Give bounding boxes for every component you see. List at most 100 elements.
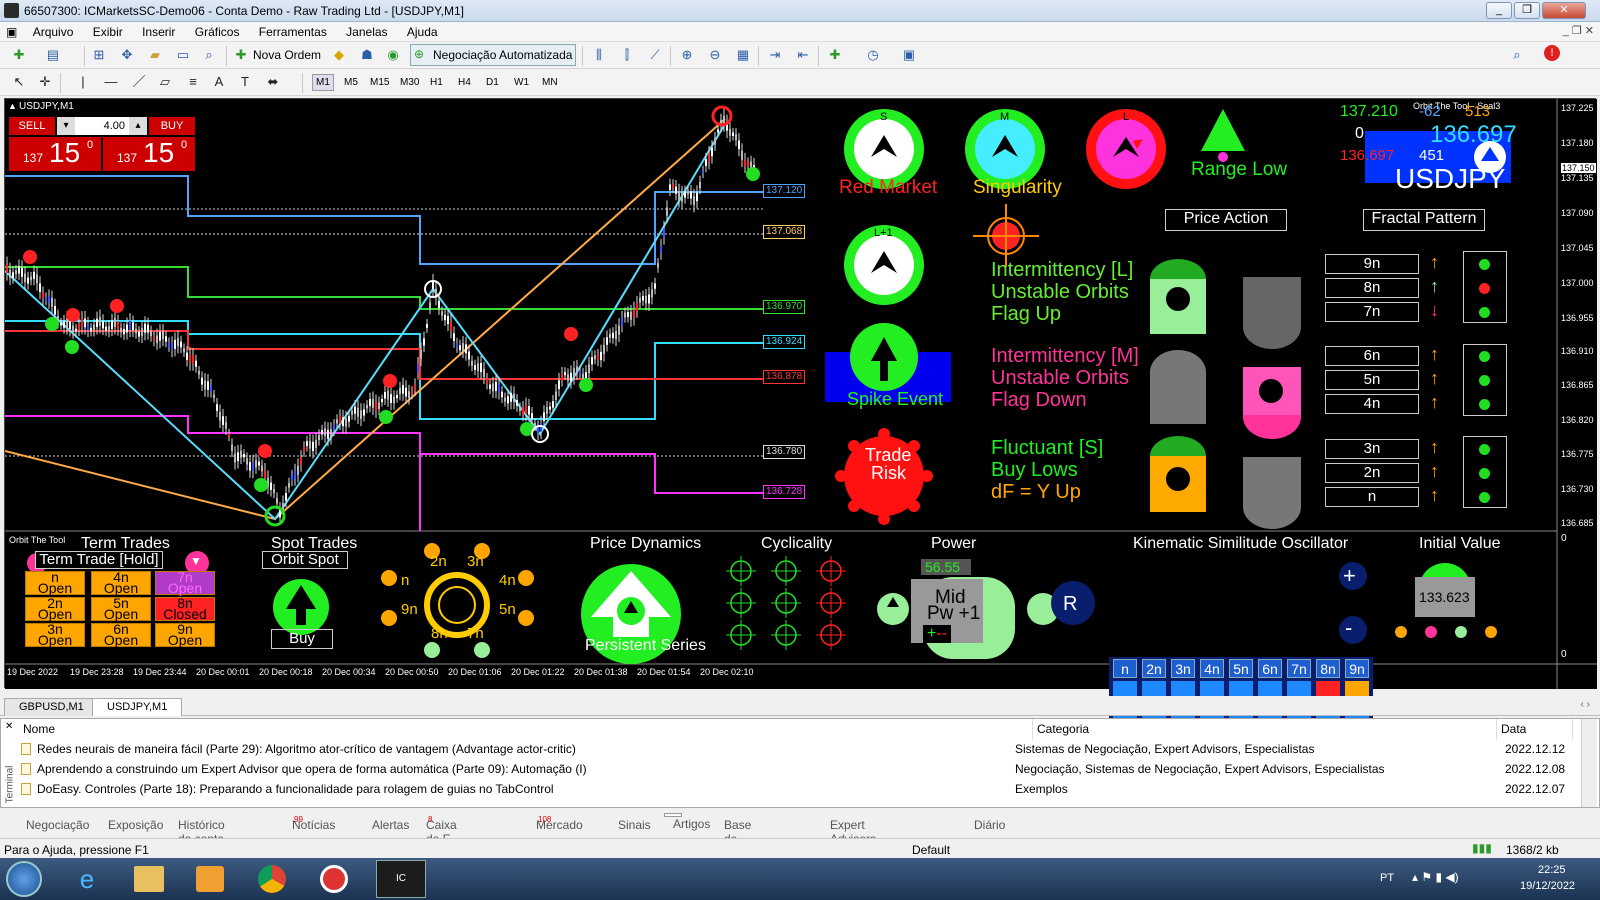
profiles-icon[interactable]: ▤ xyxy=(44,46,62,64)
tabs-scroll-icon[interactable]: ‹ › xyxy=(1581,699,1590,710)
article-row[interactable]: Aprendendo a construindo um Expert Advis… xyxy=(19,759,1579,779)
menu-exibir[interactable]: Exibir xyxy=(85,22,131,39)
menu-janelas[interactable]: Janelas xyxy=(338,22,395,39)
tf-h1[interactable]: H1 xyxy=(426,74,447,91)
terminal-tab[interactable]: Caixa de E-mail8 xyxy=(426,815,457,860)
tab-usdjpy[interactable]: USDJPY,M1 xyxy=(92,698,183,716)
candle-body xyxy=(507,396,509,404)
terminal-scrollbar[interactable] xyxy=(1581,719,1597,807)
new-order-button[interactable]: Nova Ordem xyxy=(253,48,321,62)
chart-window[interactable]: USDJPY,M1 ▲ SELL ▾ 4.00 ▴ BUY 137 15 0 1… xyxy=(4,98,1597,767)
start-button[interactable] xyxy=(6,861,42,897)
candle-body xyxy=(306,441,308,447)
market-watch-icon[interactable]: ⊞ xyxy=(90,46,108,64)
terminal-tab[interactable]: Notícias 99 xyxy=(292,815,335,832)
tf-h4[interactable]: H4 xyxy=(454,74,475,91)
notification-icon[interactable]: ! xyxy=(1544,45,1560,61)
col-data[interactable]: Data xyxy=(1497,719,1573,739)
menu-graficos[interactable]: Gráficos xyxy=(187,22,248,39)
terminal-icon[interactable]: ▭ xyxy=(174,46,192,64)
tray-time[interactable]: 22:25 xyxy=(1538,864,1566,876)
lot-increase-button[interactable]: ▴ xyxy=(129,117,147,135)
tile-windows-icon[interactable]: ▦ xyxy=(734,46,752,64)
terminal-tab[interactable]: Artigos xyxy=(664,813,710,831)
menu-ajuda[interactable]: Ajuda xyxy=(399,22,446,39)
horizontal-line-icon[interactable]: — xyxy=(102,73,120,91)
article-row[interactable]: DoEasy. Controles (Parte 18): Preparando… xyxy=(19,779,1579,799)
menu-ferramentas[interactable]: Ferramentas xyxy=(251,22,335,39)
lot-input[interactable]: 4.00 xyxy=(75,117,129,135)
search-icon[interactable]: ⌕ xyxy=(1508,46,1526,64)
buy-price-box[interactable]: 137 15 0 xyxy=(103,137,195,171)
bar-chart-icon[interactable]: ⫼ xyxy=(590,46,608,64)
lot-decrease-button[interactable]: ▾ xyxy=(57,117,75,135)
terminal-tab[interactable]: Mercado 108 xyxy=(536,815,583,832)
sell-price-box[interactable]: 137 15 0 xyxy=(9,137,101,171)
periods-icon[interactable]: ◷ xyxy=(864,46,882,64)
globe-icon[interactable]: ◉ xyxy=(384,46,402,64)
explorer-icon[interactable] xyxy=(134,866,164,892)
indicators-icon[interactable]: ✚ xyxy=(826,46,844,64)
tf-m15[interactable]: M15 xyxy=(366,74,393,91)
ie-icon[interactable]: e xyxy=(72,864,102,894)
tf-mn[interactable]: MN xyxy=(538,74,562,91)
candle-body xyxy=(465,344,467,354)
article-row[interactable]: Redes neurais de maneira fácil (Parte 29… xyxy=(19,739,1579,759)
tf-m1[interactable]: M1 xyxy=(312,74,334,91)
candles-icon[interactable]: ⫿ xyxy=(618,46,636,64)
new-order-icon[interactable]: ✚ xyxy=(232,46,250,64)
shapes-icon[interactable]: ⬌ xyxy=(264,73,282,91)
chart-shift-icon[interactable]: ⇤ xyxy=(794,46,812,64)
fibo-icon[interactable]: ≡ xyxy=(184,73,202,91)
tf-w1[interactable]: W1 xyxy=(510,74,533,91)
auto-trading-button[interactable]: ⊕ Negociação Automatizada xyxy=(410,44,576,66)
buy-button[interactable]: BUY xyxy=(149,117,195,135)
metaeditor-icon[interactable]: ◆ xyxy=(330,46,348,64)
mdi-controls[interactable]: _ ❐ ✕ xyxy=(1563,24,1594,37)
channel-icon[interactable]: ▱ xyxy=(156,73,174,91)
trendline-icon[interactable]: ／ xyxy=(130,73,148,91)
tf-m5[interactable]: M5 xyxy=(340,74,362,91)
col-nome[interactable]: Nome xyxy=(19,719,1033,739)
maximize-button[interactable]: ❐ xyxy=(1514,2,1540,19)
mt5-taskbar-icon[interactable]: IC xyxy=(376,860,426,898)
tf-m30[interactable]: M30 xyxy=(396,74,423,91)
signals-icon[interactable]: ☗ xyxy=(358,46,376,64)
text-icon[interactable]: A xyxy=(210,73,228,91)
cursor-icon[interactable]: ↖ xyxy=(10,73,28,91)
vertical-line-icon[interactable]: | xyxy=(74,73,92,91)
close-button[interactable]: ✕ xyxy=(1542,2,1586,19)
tray-date[interactable]: 19/12/2022 xyxy=(1520,880,1575,892)
chrome-icon[interactable] xyxy=(258,865,286,893)
zoom-out-icon[interactable]: ⊖ xyxy=(706,46,724,64)
sell-button[interactable]: SELL xyxy=(9,117,55,135)
tab-gbpusd[interactable]: GBPUSD,M1 xyxy=(4,698,99,716)
orbit-label: 5n xyxy=(499,601,516,618)
s-gauge-letter: S xyxy=(880,111,888,123)
minimize-button[interactable]: _ xyxy=(1486,2,1512,19)
folder-icon[interactable]: ▰ xyxy=(146,46,164,64)
crosshair-icon[interactable]: ✛ xyxy=(36,73,54,91)
new-chart-icon[interactable]: ✚ xyxy=(10,46,28,64)
tf-d1[interactable]: D1 xyxy=(482,74,503,91)
menu-inserir[interactable]: Inserir xyxy=(134,22,183,39)
tray-language[interactable]: PT xyxy=(1380,872,1394,884)
tray-icons[interactable]: ▴ ⚑ ▮ ◀) xyxy=(1412,870,1459,884)
tester-icon[interactable]: ⌕ xyxy=(200,46,218,64)
candle-body xyxy=(642,295,644,301)
candle-body xyxy=(225,422,227,429)
templates-icon[interactable]: ▣ xyxy=(900,46,918,64)
zoom-in-icon[interactable]: ⊕ xyxy=(678,46,696,64)
media-icon[interactable] xyxy=(196,866,224,892)
line-chart-icon[interactable]: ⟋ xyxy=(646,46,664,64)
spot-buy-button[interactable]: Buy xyxy=(271,629,333,649)
kso-title: Kinematic Similitude Oscillator xyxy=(1133,535,1349,552)
navigator-icon[interactable]: ✥ xyxy=(118,46,136,64)
app-icon-circle[interactable] xyxy=(320,865,348,893)
menu-arquivo[interactable]: Arquivo xyxy=(25,22,82,39)
col-categoria[interactable]: Categoria xyxy=(1033,719,1497,739)
label-icon[interactable]: T xyxy=(236,73,254,91)
autoscroll-icon[interactable]: ⇥ xyxy=(766,46,784,64)
candle-body xyxy=(177,337,179,347)
terminal-close-icon[interactable]: ✕ xyxy=(5,721,13,732)
